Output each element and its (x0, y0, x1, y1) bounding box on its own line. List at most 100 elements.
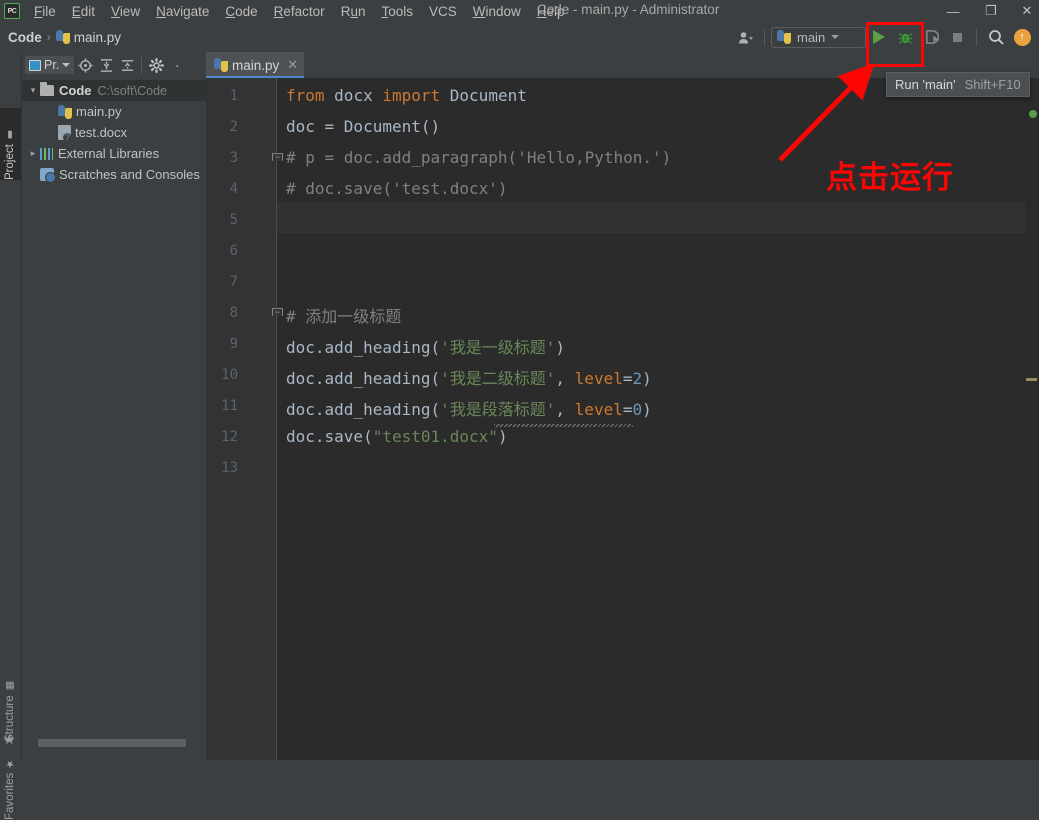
structure-icon: ▦ (4, 680, 16, 692)
line-number: 8 (229, 305, 238, 321)
folder-icon (40, 82, 54, 96)
code-token: , (555, 400, 575, 419)
project-tab-label: Project (4, 144, 16, 180)
code-token: level (574, 400, 623, 419)
code-token: "test01.docx" (372, 427, 498, 446)
line-number: 11 (221, 398, 238, 414)
search-everywhere-icon[interactable] (983, 25, 1009, 49)
window-minimize-button[interactable]: — (938, 0, 968, 22)
tree-node-file-main-py[interactable]: main.py (22, 101, 206, 122)
tool-window-button-project[interactable]: Project ▮ (0, 108, 21, 180)
breadcrumb-project[interactable]: Code (8, 30, 42, 45)
run-configuration-selector[interactable]: main (771, 26, 866, 48)
vcs-user-icon[interactable] (732, 26, 758, 48)
gutter-border (276, 78, 277, 760)
chevron-down-icon (831, 35, 840, 39)
panel-toolbar-divider (141, 56, 143, 74)
tree-node-label: test.docx (75, 125, 128, 140)
expand-all-icon[interactable] (96, 55, 116, 75)
menu-item-navigate[interactable]: Navigate (148, 2, 217, 21)
menu-item-edit[interactable]: Edit (64, 2, 103, 21)
update-project-button[interactable]: ↑ (1009, 25, 1035, 49)
line-number: 5 (229, 212, 238, 228)
code-token: Document (449, 86, 527, 105)
line-number: 9 (229, 336, 238, 352)
scratches-icon (40, 168, 56, 183)
annotation-text: 点击运行 (826, 160, 954, 196)
tree-node-file-test-docx[interactable]: test.docx (22, 122, 206, 143)
window-close-button[interactable]: ✕ (1012, 0, 1039, 22)
line-number-gutter: 1 2 3−4 5 6 7 8−9 10 11 12 13 (206, 78, 283, 760)
tree-node-external-libraries[interactable]: ▸ External Libraries (22, 143, 206, 164)
caret-line-highlight (277, 202, 1039, 233)
code-token: doc.add_heading( (286, 369, 441, 388)
stop-button[interactable] (944, 25, 970, 49)
tree-node-label: main.py (76, 104, 122, 119)
menu-item-file[interactable]: File (26, 2, 64, 21)
more-options-icon[interactable]: · (167, 55, 187, 75)
code-line-9: doc.add_heading('我是一级标题') (286, 334, 565, 358)
tooltip-shortcut: Shift+F10 (964, 77, 1021, 92)
code-token: doc.save( (286, 427, 373, 446)
line-number: 1 (229, 88, 238, 104)
favorites-star-icon[interactable]: ★ (3, 731, 16, 748)
code-token: doc = Document() (286, 117, 441, 136)
menu-item-vcs[interactable]: VCS (421, 2, 465, 21)
tab-main-py[interactable]: main.py ✕ (206, 52, 305, 78)
menu-bar: PC File Edit View Navigate Code Refactor Run To… (0, 0, 1039, 22)
tree-node-label: Code (59, 83, 92, 98)
window-title: Code - main.py - Administrator (537, 2, 720, 17)
project-view-icon (29, 59, 41, 71)
code-token: level (574, 369, 623, 388)
external-libraries-icon (40, 147, 53, 160)
menu-item-view[interactable]: View (103, 2, 148, 21)
inspection-status-icon[interactable] (1029, 110, 1037, 118)
chevron-icon[interactable]: ▾ (26, 85, 40, 96)
code-token: # doc.save('test.docx') (286, 179, 508, 198)
tooltip-label: Run 'main' (895, 77, 956, 92)
menu-item-tools[interactable]: Tools (373, 2, 421, 21)
code-line-10: doc.add_heading('我是二级标题', level=2) (286, 365, 652, 389)
code-token: ) (642, 369, 652, 388)
inspection-squiggle (494, 424, 633, 427)
inspection-warning-marker[interactable] (1026, 378, 1037, 381)
code-line-1: from docx import Document (286, 86, 527, 105)
run-button-tooltip: Run 'main' Shift+F10 (886, 72, 1030, 97)
code-line-2: doc = Document() (286, 117, 440, 136)
collapse-all-icon[interactable] (117, 55, 137, 75)
breadcrumb-separator: › (46, 30, 51, 44)
breadcrumb-file[interactable]: main.py (74, 30, 121, 45)
annotation-highlight-rectangle (866, 22, 924, 67)
scrollbar-thumb[interactable] (38, 739, 186, 747)
code-line-11: doc.add_heading('我是段落标题', level=0) (286, 396, 652, 420)
line-number: 7 (229, 274, 238, 290)
favorites-tab-label: Favorites (4, 772, 16, 820)
code-token: from (286, 86, 335, 105)
project-horizontal-scrollbar[interactable] (22, 738, 206, 748)
code-token: import (382, 86, 450, 105)
chevron-icon[interactable]: ▸ (26, 148, 40, 159)
menu-items: File Edit View Navigate Code Refactor Run Tools… (26, 2, 573, 21)
code-fold-icon[interactable]: − (272, 308, 283, 317)
menu-item-refactor[interactable]: Refactor (266, 2, 333, 21)
menu-item-window[interactable]: Window (465, 2, 529, 21)
tree-node-label: Scratches and Consoles (59, 167, 200, 182)
menu-item-run[interactable]: Run (333, 2, 374, 21)
project-view-selector[interactable]: Pr. (25, 56, 75, 74)
locate-icon[interactable] (75, 55, 95, 75)
tree-node-path: C:\soft\Code (97, 83, 167, 98)
inspection-gutter[interactable] (1025, 104, 1039, 760)
pycharm-logo-icon: PC (4, 3, 20, 19)
menu-item-code[interactable]: Code (217, 2, 265, 21)
python-file-icon (214, 58, 228, 72)
code-token: , (555, 369, 575, 388)
settings-gear-icon[interactable] (146, 55, 166, 75)
tool-window-button-favorites[interactable]: Favorites ★ (0, 742, 21, 820)
code-token: '我是二级标题' (440, 369, 556, 388)
code-line-12: doc.save("test01.docx") (286, 427, 508, 446)
window-maximize-button[interactable]: ❐ (976, 0, 1006, 22)
tree-node-scratches-and-consoles[interactable]: Scratches and Consoles (22, 164, 206, 185)
tree-node-root-code[interactable]: ▾ Code C:\soft\Code (22, 80, 206, 101)
close-icon[interactable]: ✕ (287, 57, 298, 73)
code-fold-icon[interactable]: − (272, 153, 283, 162)
